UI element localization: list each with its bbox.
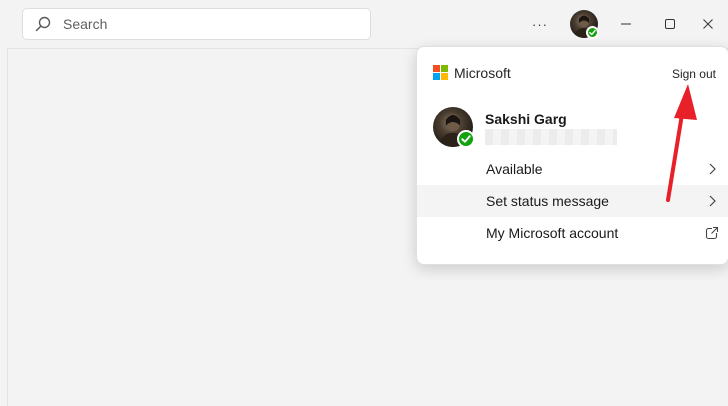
check-icon: [589, 29, 596, 36]
menu-item-label: Available: [486, 161, 543, 177]
close-button[interactable]: [690, 8, 726, 40]
menu-item-label: Set status message: [486, 193, 609, 209]
status-available-badge: [586, 26, 599, 39]
flyout-avatar: [433, 107, 475, 148]
more-options-button[interactable]: ···: [522, 8, 558, 40]
menu-item-available[interactable]: Available: [417, 153, 728, 185]
chevron-right-icon: [709, 195, 716, 207]
menu-item-my-microsoft-account[interactable]: My Microsoft account: [417, 217, 728, 249]
search-box[interactable]: Search: [22, 8, 371, 40]
more-icon: ···: [532, 16, 548, 32]
minimize-icon: [621, 23, 631, 25]
user-name: Sakshi Garg: [485, 111, 567, 127]
external-link-icon: [705, 226, 719, 240]
maximize-icon: [665, 19, 675, 29]
search-input[interactable]: Search: [63, 16, 107, 32]
status-available-badge: [457, 130, 475, 148]
maximize-button[interactable]: [652, 8, 688, 40]
redacted-email: [485, 129, 617, 145]
check-icon: [461, 135, 471, 143]
brand-name: Microsoft: [454, 65, 511, 81]
menu-item-label: My Microsoft account: [486, 225, 619, 241]
window-left-edge: [0, 0, 8, 406]
title-bar: Search ···: [0, 0, 728, 48]
menu-item-set-status-message[interactable]: Set status message: [417, 185, 728, 217]
sign-out-link[interactable]: Sign out: [672, 67, 716, 81]
account-flyout: Microsoft Sign out Sakshi Garg Available: [416, 46, 728, 265]
app-window: Search ··· Microsoft Sign out Sakshi Gar…: [0, 0, 728, 406]
profile-button[interactable]: [570, 10, 599, 39]
close-icon: [703, 19, 713, 29]
microsoft-logo-icon: [433, 65, 449, 81]
minimize-button[interactable]: [608, 8, 644, 40]
search-icon: [23, 8, 63, 40]
chevron-right-icon: [709, 163, 716, 175]
